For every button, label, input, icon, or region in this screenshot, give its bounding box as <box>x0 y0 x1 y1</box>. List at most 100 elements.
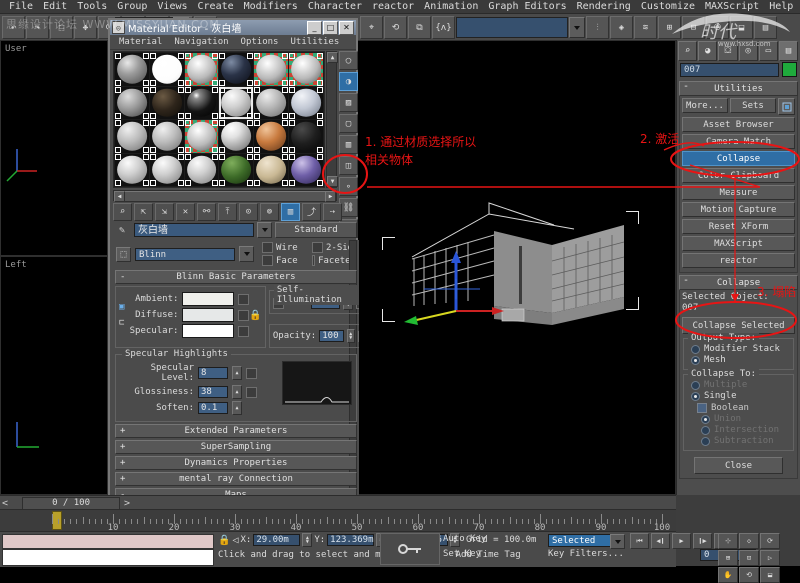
time-slider[interactable] <box>52 511 62 530</box>
material-slot-24[interactable] <box>289 154 323 187</box>
utility-button-motion-capture[interactable]: Motion Capture <box>682 202 795 217</box>
material-slot-1[interactable] <box>115 53 149 86</box>
me-go-to-parent-icon[interactable]: ⤴ <box>302 203 321 221</box>
output-type-mesh[interactable]: Mesh <box>691 355 790 365</box>
me-menu-utilities[interactable]: Utilities <box>284 37 345 47</box>
menu-item-animation[interactable]: Animation <box>419 0 483 13</box>
modify-tab[interactable]: ◕ <box>698 41 717 61</box>
me-reset-map-icon[interactable]: ✕ <box>176 203 195 221</box>
material-slot-22[interactable] <box>219 154 253 187</box>
specular-spinner[interactable]: ▲ <box>232 385 242 399</box>
more-button[interactable]: More... <box>682 98 728 113</box>
material-slot-5[interactable] <box>254 53 288 86</box>
opacity-map-button[interactable] <box>358 331 359 342</box>
utility-button-collapse[interactable]: Collapse <box>682 151 795 166</box>
me-make-unique-icon[interactable]: ⚯ <box>197 203 216 221</box>
specular-value-glossiness[interactable]: 38 <box>198 386 228 398</box>
maximize-button[interactable]: □ <box>323 21 338 35</box>
material-slot-9[interactable] <box>185 87 219 120</box>
radio-button[interactable] <box>691 381 700 390</box>
blinn-basic-parameters-rollout[interactable]: - Blinn Basic Parameters <box>115 270 357 284</box>
motion-tab[interactable]: ◎ <box>739 41 758 61</box>
toolbar-icon-window-crossing-icon[interactable]: ⬚ <box>50 16 73 39</box>
checkbox-box[interactable] <box>312 242 323 253</box>
collapse-to-multiple[interactable]: Multiple <box>691 380 790 390</box>
playback-button-3[interactable]: ❙▶ <box>693 533 712 549</box>
material-slot-20[interactable] <box>150 154 184 187</box>
menu-item-file[interactable]: File <box>4 0 38 13</box>
utilities-tab[interactable]: ▤ <box>779 41 798 61</box>
specular-value-specularlevel[interactable]: 8 <box>198 367 228 379</box>
me-show-map-in-viewport-icon[interactable]: ⊚ <box>260 203 279 221</box>
toolbar-icon-window-crossing-icon[interactable]: ⌖ <box>360 16 383 39</box>
me-make-preview-icon[interactable]: ◫ <box>339 156 358 175</box>
menu-item-views[interactable]: Views <box>152 0 192 13</box>
me-material-effects-icon[interactable]: ⊙ <box>239 203 258 221</box>
specular-value-soften[interactable]: 0.1 <box>198 402 228 414</box>
boolean-checkbox-row[interactable]: Boolean <box>697 403 790 413</box>
opacity-value[interactable]: 100 <box>319 330 343 342</box>
material-picker-icon[interactable]: ✎ <box>113 225 131 236</box>
menu-item-character[interactable]: Character <box>303 0 367 13</box>
scroll-left-button[interactable]: ◀ <box>114 191 125 202</box>
toolbar-icon-align-icon[interactable]: ◈ <box>610 16 633 39</box>
viewport-nav-button-2[interactable]: ⟳ <box>760 533 780 549</box>
material-slot-14[interactable] <box>150 120 184 153</box>
x-spinner[interactable]: ▲▼ <box>302 533 312 547</box>
absolute-mode-icon[interactable]: ◁ <box>232 535 238 546</box>
toolbar-icon-curve-editor-icon[interactable]: ⊞ <box>658 16 681 39</box>
menu-item-maxscript[interactable]: MAXScript <box>700 0 764 13</box>
configure-button-sets-icon[interactable] <box>778 98 795 115</box>
toolbar-icon-render-setup-icon[interactable]: ⬓ <box>730 16 753 39</box>
radio-button[interactable] <box>691 392 700 401</box>
opacity-spinner[interactable]: ▲▼ <box>347 329 355 343</box>
playback-button-1[interactable]: ◀❙ <box>651 533 670 549</box>
material-name-dropdown[interactable] <box>257 222 272 238</box>
frame-readout[interactable]: 0 / 100 <box>22 497 120 510</box>
playback-button-0[interactable]: ⏮ <box>630 533 649 549</box>
color-map-button[interactable] <box>238 310 249 321</box>
utility-button-asset-browser[interactable]: Asset Browser <box>682 117 795 132</box>
utility-button-measure[interactable]: Measure <box>682 185 795 200</box>
toolbar-icon-move-icon[interactable]: ⟲ <box>384 16 407 39</box>
material-type-button[interactable]: Standard <box>275 222 357 238</box>
radio-button[interactable] <box>691 345 700 354</box>
shader-type-dropdown[interactable]: Blinn <box>135 248 235 261</box>
slot-horizontal-scrollbar[interactable]: ◀ ▶ <box>113 190 337 201</box>
boolean-op-subtraction[interactable]: Subtraction <box>701 436 790 446</box>
object-name-field[interactable]: 007 <box>680 63 779 77</box>
slot-vertical-scrollbar[interactable]: ▲ ▼ <box>326 51 337 188</box>
material-slot-2[interactable] <box>150 53 184 86</box>
scroll-thumb[interactable] <box>124 191 326 202</box>
toolbar-icon-mirror-icon[interactable]: ⫶ <box>586 16 609 39</box>
me-menu-navigation[interactable]: Navigation <box>168 37 234 47</box>
material-name-field[interactable]: 灰白墙 <box>134 223 254 237</box>
specular-spinner[interactable]: ▲ <box>232 366 242 380</box>
collapse-to-single[interactable]: Single <box>691 391 790 401</box>
set-key-button[interactable]: Set Key <box>443 549 481 559</box>
shader-checkbox-wire[interactable]: Wire <box>262 242 306 253</box>
collapse-rollout-header[interactable]: - Collapse <box>679 275 798 290</box>
radio-button[interactable] <box>701 437 710 446</box>
me-menu-material[interactable]: Material <box>113 37 168 47</box>
menu-item-tools[interactable]: Tools <box>72 0 112 13</box>
material-slot-grid[interactable] <box>113 51 325 188</box>
rollout-supersampling[interactable]: +SuperSampling <box>115 440 357 454</box>
specular-map-button[interactable] <box>246 368 257 379</box>
checkbox-box[interactable] <box>262 255 273 266</box>
output-type-modifier-stack[interactable]: Modifier Stack <box>691 344 790 354</box>
radio-button[interactable] <box>701 415 710 424</box>
toolbar-icon-layer-manager-icon[interactable]: ≋ <box>634 16 657 39</box>
me-backlight-icon[interactable]: ◑ <box>339 72 358 91</box>
utility-button-maxscript[interactable]: MAXScript <box>682 236 795 251</box>
toolbar-icon-schematic-view-icon[interactable]: ⊟ <box>682 16 705 39</box>
viewport-user[interactable]: User <box>0 40 108 256</box>
boolean-op-union[interactable]: Union <box>701 414 790 424</box>
shader-checkbox-face[interactable]: Face <box>262 255 306 266</box>
me-sample-uv-tiling-icon[interactable]: ▢ <box>339 114 358 133</box>
me-assign-to-selection-icon[interactable]: ⇲ <box>155 203 174 221</box>
me-menu-options[interactable]: Options <box>235 37 285 47</box>
material-slot-11[interactable] <box>254 87 288 120</box>
color-swatch-specular[interactable] <box>182 324 234 338</box>
material-slot-8[interactable] <box>150 87 184 120</box>
